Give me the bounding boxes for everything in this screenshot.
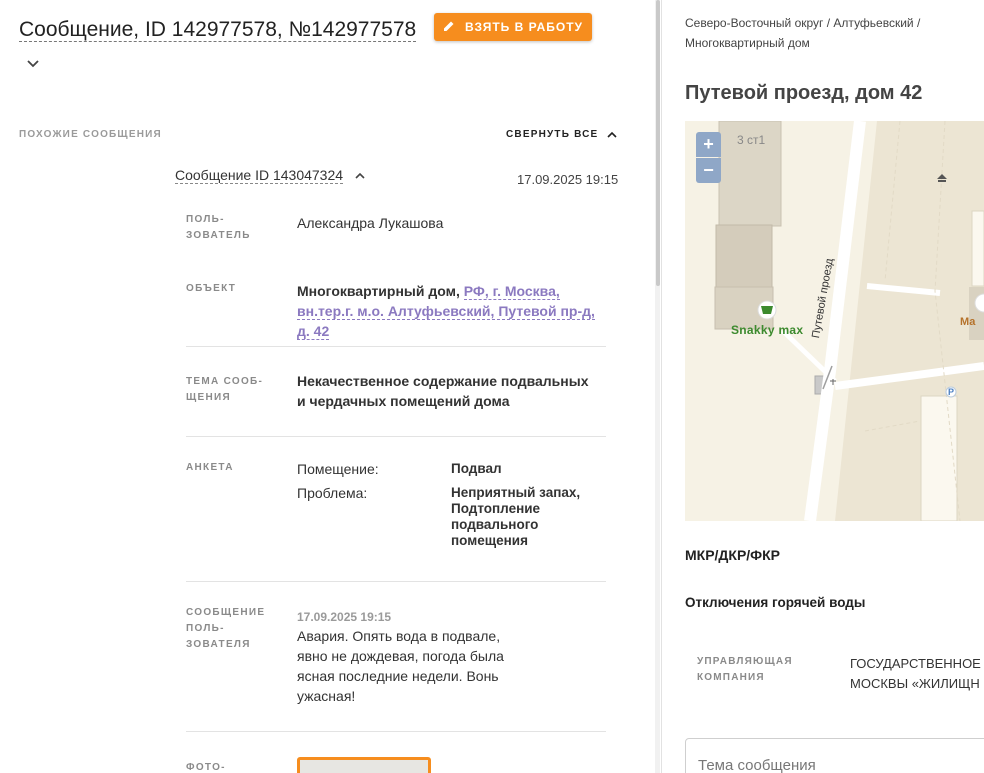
- message-title[interactable]: Сообщение, ID 142977578, №142977578: [19, 14, 419, 80]
- mkr-label[interactable]: МКР/ДКР/ФКР: [685, 547, 780, 563]
- parking-icon: P: [948, 387, 955, 397]
- similar-message-date: 17.09.2025 19:15: [517, 172, 619, 187]
- survey-a2: Неприятный запах, Подтопление подвальног…: [451, 485, 581, 548]
- breadcrumb[interactable]: Северо-Восточный округ / Алтуфьевский / …: [685, 13, 975, 53]
- pane-divider: [661, 0, 662, 773]
- divider: [186, 436, 606, 437]
- similar-message-link[interactable]: Сообщение ID 143047324: [175, 167, 365, 184]
- object-type: Многоквартирный дом,: [297, 283, 460, 299]
- similar-messages-label: ПОХОЖИЕ СООБЩЕНИЯ: [19, 129, 162, 140]
- user-value: Александра Лукашова: [297, 215, 444, 231]
- photo-label: ФОТО-: [186, 762, 226, 773]
- similar-message-id[interactable]: Сообщение ID 143047324: [175, 167, 344, 184]
- hot-water-label[interactable]: Отключения горячей воды: [685, 595, 865, 610]
- address-title: Путевой проезд, дом 42: [685, 82, 923, 104]
- topic-label: ТЕМА СООБ- ЩЕНИЯ: [186, 376, 264, 403]
- survey-q1: Помещение:: [297, 461, 379, 477]
- map-building-label: 3 ст1: [737, 133, 766, 147]
- survey-q2: Проблема:: [297, 485, 368, 501]
- survey-label: АНКЕТА: [186, 462, 234, 473]
- photo-thumbnail[interactable]: [297, 757, 431, 773]
- collapse-all-label: СВЕРНУТЬ ВСЕ: [506, 129, 599, 140]
- management-company-label: УПРАВЛЯЮЩАЯ КОМПАНИЯ: [697, 656, 793, 683]
- user-message-date: 17.09.2025 19:15: [297, 610, 392, 624]
- topic-value: Некачественное содержание подвальных и ч…: [297, 373, 589, 409]
- map-market-label[interactable]: Ма: [960, 316, 975, 328]
- take-to-work-label: ВЗЯТЬ В РАБОТУ: [464, 20, 583, 34]
- divider: [186, 346, 606, 347]
- chevron-up-icon: [607, 131, 617, 138]
- divider: [186, 731, 606, 732]
- user-label: ПОЛЬ- ЗОВАТЕЛЬ: [186, 214, 251, 241]
- chevron-down-icon[interactable]: [27, 46, 39, 78]
- map-background: [685, 121, 984, 521]
- message-subject-input[interactable]: Тема сообщения: [685, 738, 984, 773]
- message-panel: Сообщение, ID 142977578, №142977578 ВЗЯТ…: [0, 0, 660, 773]
- divider: [186, 581, 606, 582]
- object-label: ОБЪЕКТ: [186, 283, 237, 294]
- message-title-text[interactable]: Сообщение, ID 142977578, №142977578: [19, 18, 417, 42]
- scrollbar-thumb[interactable]: [656, 0, 660, 286]
- object-value: Многоквартирный дом, РФ, г. Москва, вн.т…: [297, 281, 607, 341]
- survey-a1: Подвал: [451, 461, 502, 476]
- collapse-all-button[interactable]: СВЕРНУТЬ ВСЕ: [506, 129, 617, 140]
- zoom-out-button[interactable]: −: [696, 158, 721, 183]
- take-to-work-button[interactable]: ВЗЯТЬ В РАБОТУ: [434, 13, 592, 41]
- pencil-icon: [443, 20, 455, 35]
- user-message-label: СООБЩЕНИЕ ПОЛЬ- ЗОВАТЕЛЯ: [186, 607, 266, 650]
- map[interactable]: + − 3 ст1 Snakky max Ма Путевой проезд P: [685, 121, 984, 521]
- chevron-up-icon[interactable]: [355, 172, 365, 179]
- user-message-text: Авария. Опять вода в подвале, явно не до…: [297, 628, 504, 704]
- management-company-value: ГОСУДАРСТВЕННОЕ МОСКВЫ «ЖИЛИЩН: [850, 656, 981, 691]
- zoom-in-button[interactable]: +: [696, 132, 721, 157]
- map-shop-label[interactable]: Snakky max: [731, 323, 803, 337]
